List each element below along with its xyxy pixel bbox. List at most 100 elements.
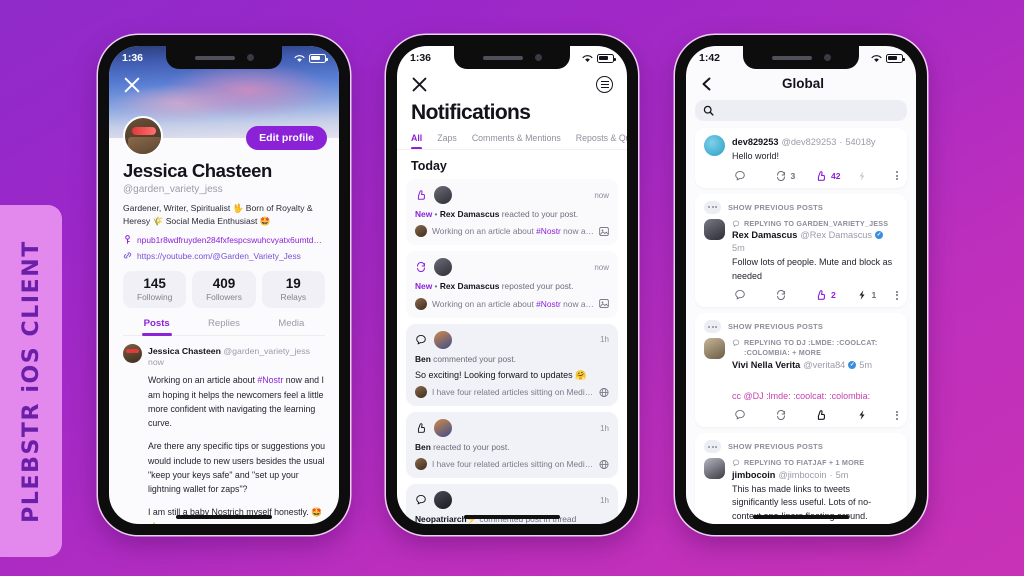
zap-count: 1 (871, 290, 877, 301)
tab-media[interactable]: Media (258, 318, 325, 335)
website-value: https://youtube.com/@Garden_Variety_Jess (137, 250, 301, 261)
stat-followers[interactable]: 409 Followers (192, 270, 256, 308)
search-input[interactable] (695, 100, 907, 121)
notification-quote[interactable]: Working on an article about #Nostr now a… (415, 297, 609, 310)
like-action[interactable]: 2 (815, 289, 856, 301)
repost-action[interactable]: 3 (775, 170, 816, 182)
repost-icon (417, 262, 425, 273)
tab-zaps[interactable]: Zaps (437, 133, 457, 149)
profile-post[interactable]: Jessica Chasteen @garden_variety_jess no… (109, 336, 339, 524)
more-action[interactable] (896, 410, 898, 420)
show-previous-posts[interactable]: SHOW PREVIOUS POSTS (704, 320, 898, 334)
filter-icon[interactable] (596, 76, 613, 93)
feed-post[interactable]: SHOW PREVIOUS POSTS REPLYING TO FIATJAF … (695, 433, 907, 524)
feed-post[interactable]: SHOW PREVIOUS POSTS REPLYING TO GARDEN_V… (695, 193, 907, 308)
show-previous-label: SHOW PREVIOUS POSTS (728, 202, 824, 212)
close-icon[interactable] (123, 76, 141, 94)
post-paragraph-2: Are there any specific tips or suggestio… (148, 441, 326, 494)
zap-action[interactable]: 1 (856, 289, 897, 301)
like-action[interactable] (815, 409, 856, 421)
stat-following[interactable]: 145 Following (123, 270, 187, 308)
actor-name: Ben (415, 442, 431, 453)
quote-pre: Working on an article about (432, 298, 537, 309)
tab-reposts-quotes[interactable]: Reposts & Qu (576, 133, 627, 149)
page-title: Global (781, 76, 824, 91)
more-action[interactable] (896, 290, 898, 300)
edit-profile-button[interactable]: Edit profile (246, 126, 327, 150)
actor-avatar[interactable] (434, 186, 452, 204)
actor-avatar[interactable] (434, 419, 452, 438)
quote-text: Working on an article about #Nostr now a… (432, 299, 594, 309)
notification-line: Ben commented your post. (415, 354, 609, 365)
close-icon[interactable] (411, 76, 428, 93)
show-previous-label: SHOW PREVIOUS POSTS (728, 442, 824, 452)
npub-row[interactable]: npub1r8wdfruyden284fxfespcswuhcvyatx6umt… (123, 235, 325, 245)
ellipsis-icon (704, 200, 721, 214)
zap-action[interactable] (856, 409, 897, 421)
avatar[interactable] (123, 116, 163, 156)
feed-post[interactable]: dev829253 @dev829253 · 54018y Hello worl… (695, 128, 907, 188)
notification-item[interactable]: 1h Ben reacted to your post. I have four… (406, 412, 618, 479)
tab-all[interactable]: All (411, 133, 423, 149)
battery-icon (886, 53, 905, 63)
show-previous-posts[interactable]: SHOW PREVIOUS POSTS (704, 440, 898, 454)
notification-line: New • Rex Damascus reposted your post. (415, 281, 609, 292)
like-action[interactable]: 42 (815, 170, 856, 182)
quote-avatar (415, 458, 427, 471)
post-actions: 2 1 (732, 289, 898, 301)
post-actions: 3 42 (732, 170, 898, 182)
hashtag-nostr[interactable]: #Nostr (257, 375, 283, 385)
comment-action[interactable] (734, 409, 775, 421)
comment-action[interactable] (734, 289, 775, 301)
notification-item[interactable]: 1h Ben commented your post. So exciting!… (406, 323, 618, 407)
show-previous-posts[interactable]: SHOW PREVIOUS POSTS (704, 200, 898, 214)
plebstr-badge-label: PLEBSTR iOS CLIENT (18, 239, 44, 523)
notification-quote[interactable]: I have four related articles sitting on … (415, 386, 609, 399)
post-author: Jessica Chasteen (148, 345, 221, 356)
notification-line: Ben reacted to your post. (415, 442, 609, 453)
post-body: Follow lots of people. Mute and block as… (732, 257, 893, 281)
website-row[interactable]: https://youtube.com/@Garden_Variety_Jess (123, 251, 325, 261)
notification-message: So exciting! Looking forward to updates … (415, 370, 587, 381)
post-avatar[interactable] (704, 218, 725, 240)
post-avatar[interactable] (704, 135, 725, 156)
post-byline: Vivi Nella Verita @verita84 5m (732, 360, 898, 370)
page-title: Jessica Chasteen (123, 160, 272, 181)
actor-name: Rex Damascus (439, 281, 500, 292)
comment-icon (735, 170, 745, 180)
quote-hashtag: #Nostr (536, 226, 561, 237)
notification-item[interactable]: now New • Rex Damascus reacted to your p… (406, 179, 618, 246)
search-icon (703, 105, 714, 116)
post-avatar[interactable] (704, 338, 725, 360)
post-handle: @jimbocoin (778, 469, 827, 480)
zap-action[interactable] (856, 170, 897, 182)
comment-action[interactable] (734, 170, 775, 182)
repost-action[interactable] (775, 289, 816, 301)
tab-posts[interactable]: Posts (123, 318, 190, 335)
post-time: 5m (732, 243, 745, 254)
actor-avatar[interactable] (434, 330, 452, 349)
verified-icon (875, 231, 883, 240)
tab-replies[interactable]: Replies (190, 318, 257, 335)
post-avatar[interactable] (123, 343, 142, 363)
actor-avatar[interactable] (434, 491, 452, 510)
notification-line: New • Rex Damascus reacted to your post. (415, 209, 609, 220)
notification-quote[interactable]: I have four related articles sitting on … (415, 458, 609, 471)
repost-action[interactable] (775, 409, 816, 421)
post-author: dev829253 (732, 137, 779, 147)
tab-comments-mentions[interactable]: Comments & Mentions (472, 133, 561, 149)
image-icon (599, 299, 609, 309)
more-action[interactable] (896, 170, 898, 181)
actor-avatar[interactable] (434, 258, 452, 277)
feed-post[interactable]: SHOW PREVIOUS POSTS REPLYING TO DJ :LMDE… (695, 313, 907, 428)
repost-icon (776, 170, 785, 181)
quote-hashtag: #Nostr (536, 298, 561, 309)
stat-relays[interactable]: 19 Relays (261, 270, 325, 308)
post-handle: @garden_variety_jess (223, 345, 310, 356)
notification-item[interactable]: now New • Rex Damascus reposted your pos… (406, 251, 618, 318)
stat-following-label: Following (136, 291, 173, 302)
notification-quote[interactable]: Working on an article about #Nostr now a… (415, 225, 609, 238)
like-count: 2 (831, 290, 836, 301)
quote-post: now and I a... (563, 226, 594, 237)
post-avatar[interactable] (704, 458, 725, 480)
